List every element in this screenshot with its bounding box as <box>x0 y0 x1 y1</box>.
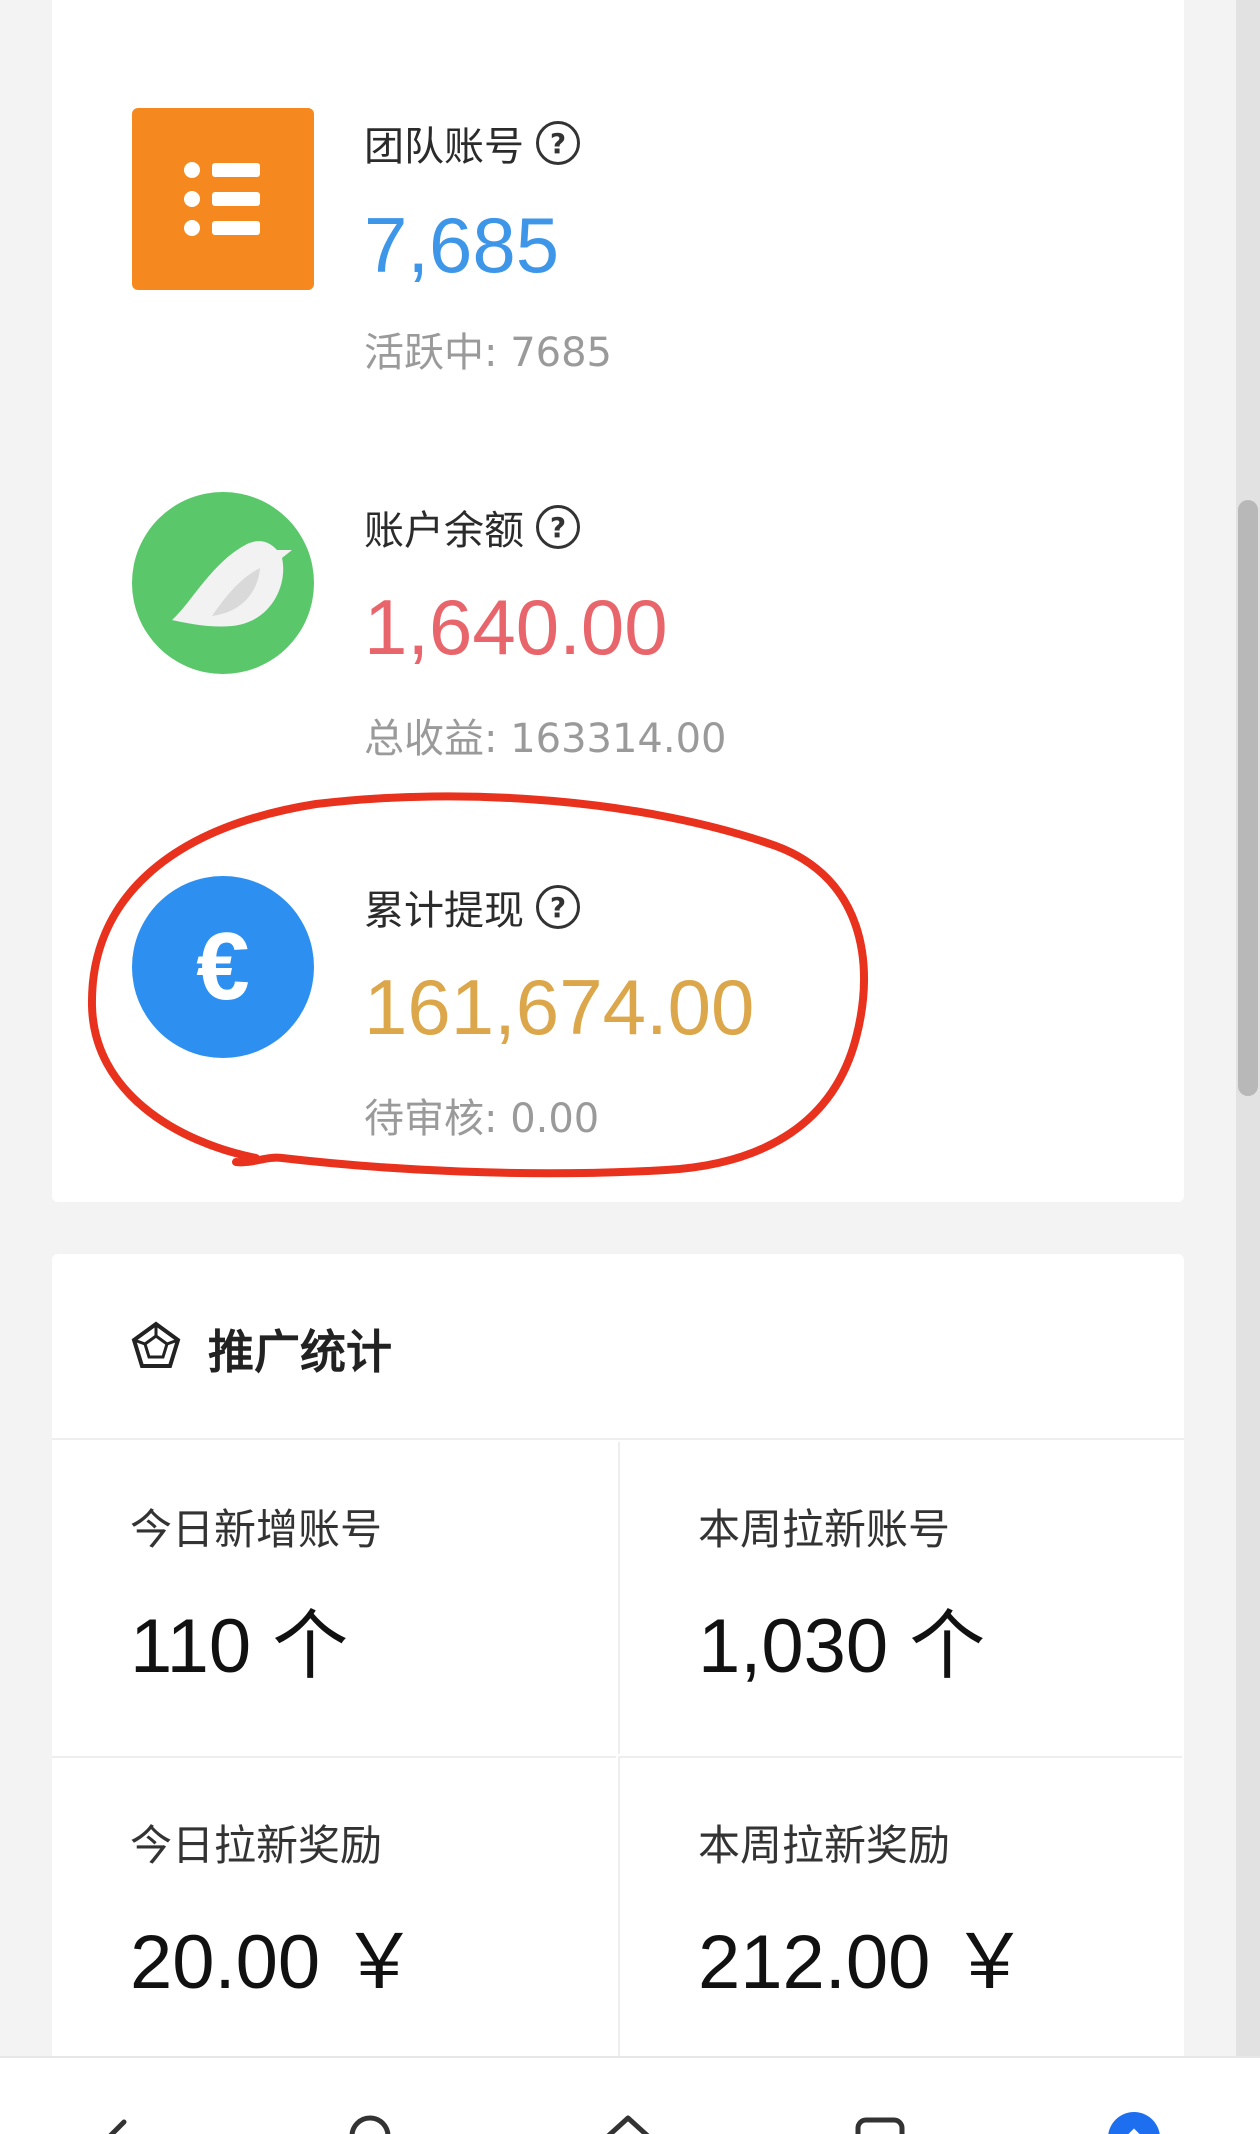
today-new-accounts-value: 110 个 <box>130 1604 349 1689</box>
chat-icon[interactable] <box>852 2110 908 2134</box>
account-balance-label-row: 账户余额 ? <box>364 498 580 556</box>
team-account-label-row: 团队账号 ? <box>364 114 580 172</box>
today-reward-value: 20.00 ￥ <box>130 1920 418 2005</box>
back-icon[interactable] <box>88 2110 144 2134</box>
week-new-accounts-value: 1,030 个 <box>698 1604 986 1689</box>
week-reward-label: 本周拉新奖励 <box>698 1821 951 1870</box>
profile-icon[interactable] <box>1106 2110 1162 2134</box>
week-new-accounts-label: 本周拉新账号 <box>698 1505 951 1554</box>
account-balance-label: 账户余额 <box>364 508 524 554</box>
search-icon[interactable] <box>344 2110 400 2134</box>
today-reward-label: 今日拉新奖励 <box>130 1821 383 1870</box>
week-reward-cell[interactable]: 本周拉新奖励 212.00 ￥ <box>618 1756 1182 2068</box>
bird-icon <box>132 492 314 674</box>
today-new-accounts-label: 今日新增账号 <box>130 1505 383 1554</box>
week-reward-value: 212.00 ￥ <box>698 1920 1028 2005</box>
team-account-label: 团队账号 <box>364 124 524 170</box>
list-icon <box>132 108 314 290</box>
annotation-circle <box>87 792 869 1178</box>
promotion-stats-title: 推广统计 <box>208 1325 392 1379</box>
today-new-accounts-cell[interactable]: 今日新增账号 110 个 <box>52 1442 616 1754</box>
account-balance-value: 1,640.00 <box>364 583 668 671</box>
home-icon[interactable] <box>600 2110 656 2134</box>
team-account-value: 7,685 <box>364 201 560 289</box>
help-icon[interactable]: ? <box>536 121 580 165</box>
today-reward-cell[interactable]: 今日拉新奖励 20.00 ￥ <box>52 1756 616 2068</box>
promotion-stats-card: 推广统计 今日新增账号 110 个 本周拉新账号 1,030 个 今日拉新奖励 … <box>52 1254 1184 2134</box>
account-balance-stat[interactable]: 账户余额 ? 1,640.00 总收益: 163314.00 <box>52 470 1184 770</box>
team-account-stat[interactable]: 团队账号 ? 7,685 活跃中: 7685 <box>52 0 1184 390</box>
promotion-stats-header: 推广统计 <box>52 1254 1184 1440</box>
week-new-accounts-cell[interactable]: 本周拉新账号 1,030 个 <box>618 1442 1182 1754</box>
pentagon-badge-icon <box>131 1321 181 1368</box>
scrollbar-thumb[interactable] <box>1238 500 1258 1096</box>
bottom-nav-bar <box>0 2056 1260 2134</box>
help-icon[interactable]: ? <box>536 505 580 549</box>
team-account-active: 活跃中: 7685 <box>364 330 612 376</box>
total-income: 总收益: 163314.00 <box>364 716 727 762</box>
